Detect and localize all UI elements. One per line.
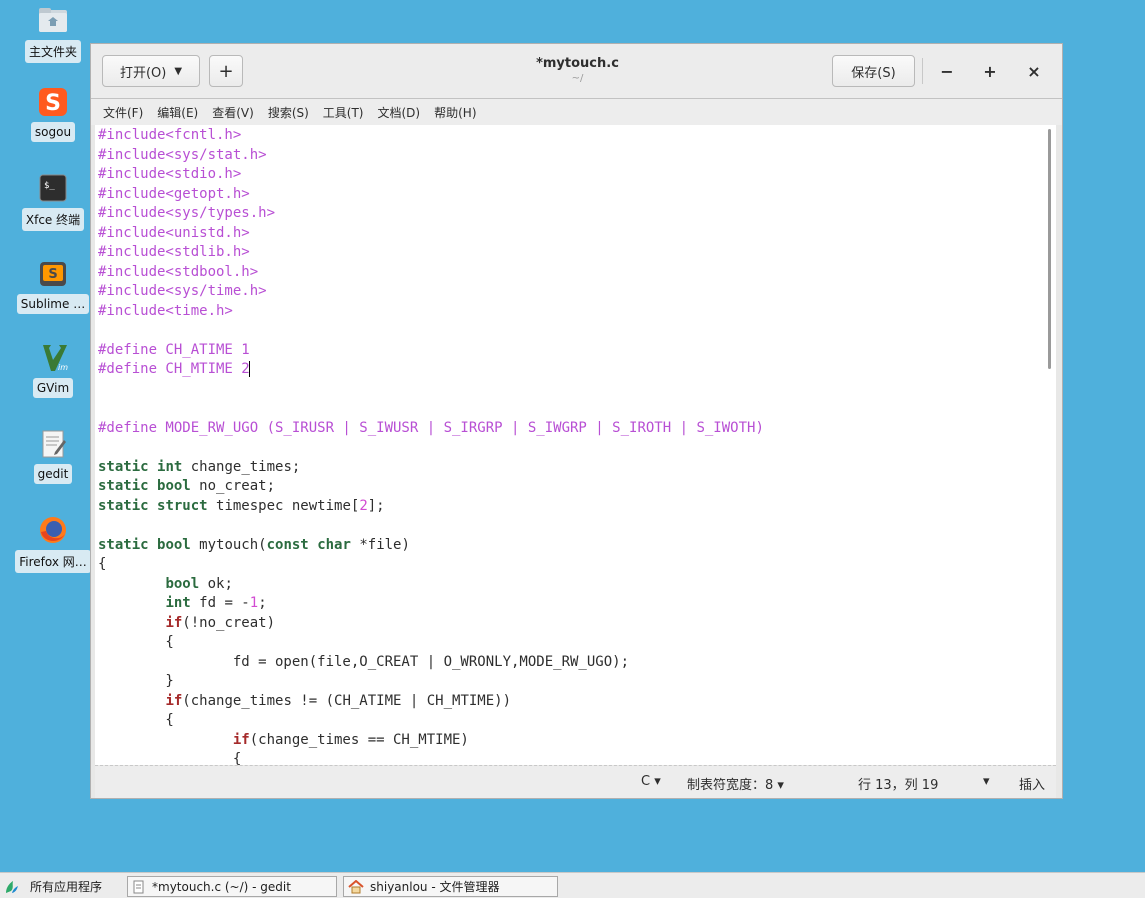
task-label: shiyanlou - 文件管理器 [370, 880, 500, 894]
desktop-icon-gvim[interactable]: im GVim [8, 342, 98, 402]
window-subtitle: ~/ [571, 73, 584, 84]
task-file-manager[interactable]: shiyanlou - 文件管理器 [343, 876, 558, 897]
desktop-icon-label: Xfce 终端 [21, 208, 85, 231]
status-bar: C ▾ 制表符宽度：8 ▾ 行 13，列 19 ▾ 插入 [95, 766, 1056, 798]
firefox-icon [40, 517, 66, 543]
menu-search[interactable]: 搜索(S) [268, 104, 309, 121]
chevron-down-icon: ▼ [174, 65, 183, 77]
desktop-icon-label: gedit [33, 464, 73, 484]
menu-documents[interactable]: 文档(D) [378, 104, 421, 121]
desktop-icon-firefox[interactable]: Firefox 网… [8, 514, 98, 577]
desktop-icon-label: 主文件夹 [24, 40, 81, 63]
svg-text:$_: $_ [44, 181, 55, 191]
maximize-button[interactable]: + [977, 58, 1003, 84]
svg-text:S: S [48, 267, 57, 282]
desktop-icon-label: GVim [32, 378, 74, 398]
desktop-icon-terminal[interactable]: $_ Xfce 终端 [8, 172, 98, 235]
desktop-icon-sublime[interactable]: S Sublime … [8, 258, 98, 318]
window-title: *mytouch.c [536, 56, 619, 71]
sogou-icon: S [39, 88, 67, 116]
applications-menu-label: 所有应用程序 [30, 880, 103, 894]
gedit-icon [133, 880, 144, 893]
desktop-icon-label: Sublime … [16, 294, 90, 314]
open-button-label: 打开(O) [119, 65, 167, 81]
window-title-block: *mytouch.c ~/ [421, 56, 734, 84]
menu-file[interactable]: 文件(F) [103, 104, 143, 121]
vertical-scrollbar[interactable] [1048, 129, 1051, 369]
header-separator [922, 58, 923, 84]
save-button-label: 保存(S) [851, 65, 896, 81]
close-icon: × [1027, 61, 1041, 81]
minimize-button[interactable]: − [934, 58, 960, 84]
svg-text:S: S [45, 91, 61, 116]
gedit-icon [42, 430, 66, 458]
open-button[interactable]: 打开(O) ▼ [102, 55, 200, 87]
menu-help[interactable]: 帮助(H) [434, 104, 476, 121]
menu-bar: 文件(F) 编辑(E) 查看(V) 搜索(S) 工具(T) 文档(D) 帮助(H… [91, 99, 1062, 125]
sublime-icon: S [40, 262, 66, 286]
svg-text:im: im [58, 363, 68, 372]
apps-menu-icon [6, 880, 18, 893]
menu-edit[interactable]: 编辑(E) [157, 104, 198, 121]
menu-tools[interactable]: 工具(T) [323, 104, 364, 121]
home-icon [348, 879, 364, 893]
applications-menu-button[interactable]: 所有应用程序 [4, 876, 122, 897]
desktop-icon-label: sogou [30, 122, 76, 142]
position-dropdown-icon[interactable]: ▾ [983, 774, 990, 789]
cursor-position[interactable]: 行 13，列 19 [858, 774, 938, 793]
menu-view[interactable]: 查看(V) [212, 104, 254, 121]
save-button[interactable]: 保存(S) [832, 55, 915, 87]
close-button[interactable]: × [1021, 58, 1047, 84]
new-tab-button[interactable]: + [209, 55, 243, 87]
tab-width-selector[interactable]: 制表符宽度：8 ▾ [687, 774, 784, 793]
minimize-icon: − [940, 61, 954, 81]
terminal-icon: $_ [39, 174, 67, 202]
desktop-icon-label: Firefox 网… [15, 550, 91, 573]
header-bar: 打开(O) ▼ + *mytouch.c ~/ 保存(S) − + × [91, 44, 1062, 99]
task-gedit[interactable]: *mytouch.c (~/) - gedit [127, 876, 337, 897]
desktop-icon-gedit[interactable]: gedit [8, 428, 98, 488]
language-selector[interactable]: C ▾ [641, 774, 661, 789]
new-tab-label: + [218, 60, 234, 82]
taskbar: 所有应用程序 *mytouch.c (~/) - gedit shiyanlou… [0, 872, 1145, 898]
code-editor[interactable]: #include<fcntl.h> #include<sys/stat.h> #… [95, 125, 1056, 765]
desktop-icon-sogou[interactable]: S sogou [8, 86, 98, 146]
insert-mode[interactable]: 插入 [1019, 774, 1045, 793]
desktop-icon-home[interactable]: 主文件夹 [8, 4, 98, 67]
code-text[interactable]: #include<fcntl.h> #include<sys/stat.h> #… [98, 126, 764, 765]
text-cursor [248, 361, 250, 377]
folder-icon [39, 8, 67, 32]
task-label: *mytouch.c (~/) - gedit [152, 879, 291, 894]
vim-icon: im [43, 345, 68, 372]
maximize-icon: + [983, 61, 997, 81]
gedit-window: 打开(O) ▼ + *mytouch.c ~/ 保存(S) − + × 文件(F… [90, 43, 1063, 799]
